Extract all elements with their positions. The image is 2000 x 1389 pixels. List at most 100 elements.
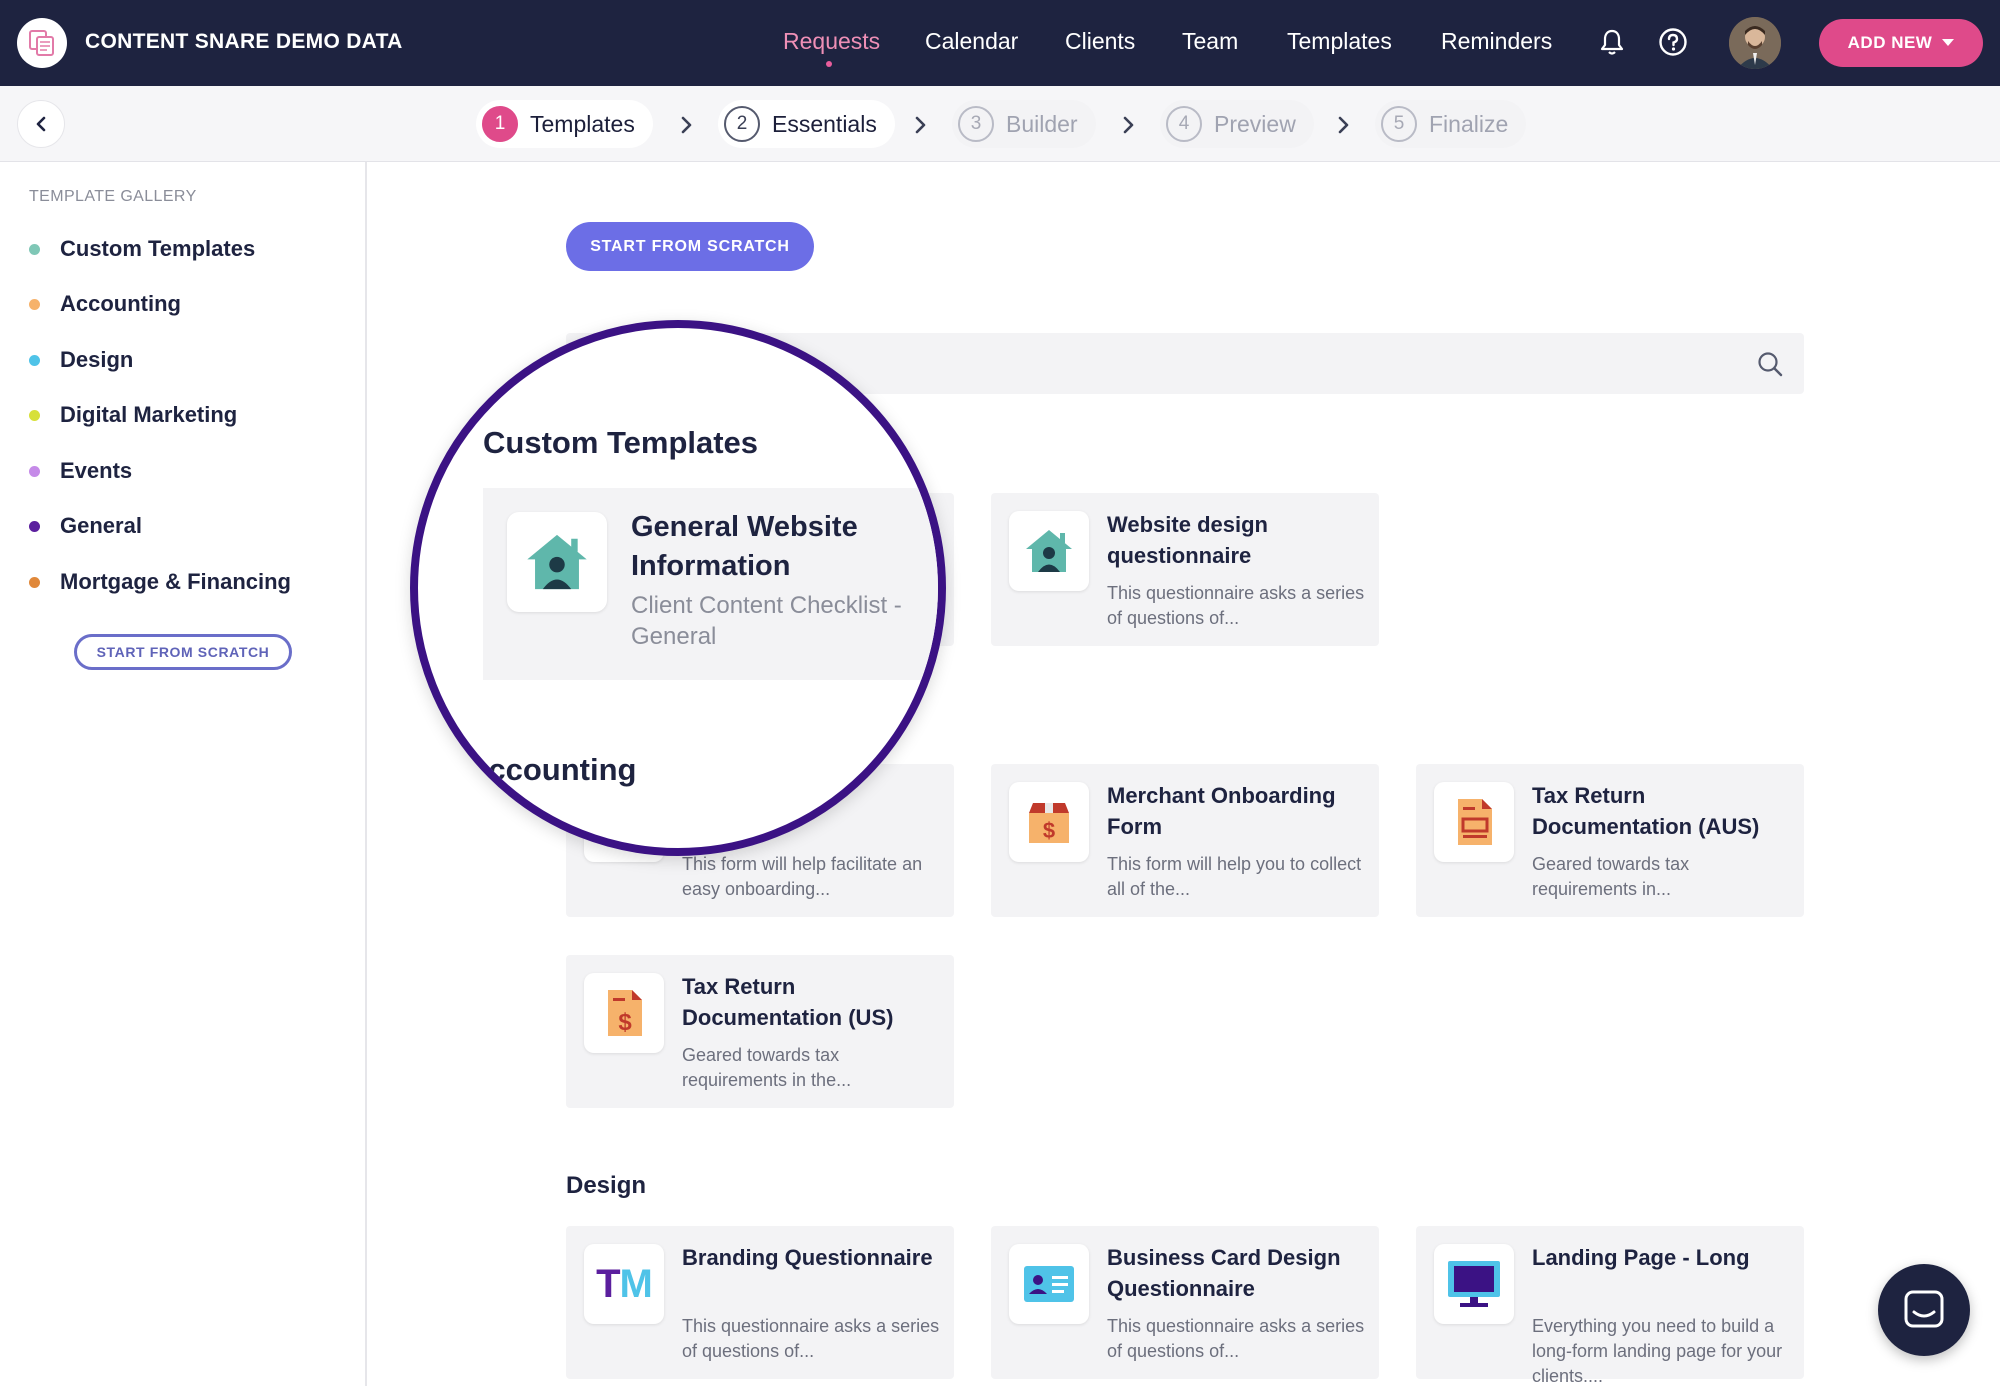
brand-title: CONTENT SNARE DEMO DATA (85, 30, 403, 53)
template-card-merchant-onboarding[interactable]: $ Merchant Onboarding Form This form wil… (991, 764, 1379, 917)
back-button[interactable] (17, 100, 65, 148)
content-snare-logo[interactable] (17, 18, 67, 68)
category-dot (29, 520, 40, 532)
nav-calendar[interactable]: Calendar (925, 28, 1018, 55)
step-label: Essentials (772, 110, 877, 137)
sidebar-item-label: Custom Templates (60, 236, 256, 261)
sidebar-item-mortgage-financing[interactable]: Mortgage & Financing (29, 569, 291, 595)
sidebar-item-accounting[interactable]: Accounting (29, 291, 181, 317)
chevron-right-icon (1123, 116, 1134, 134)
house-person-icon (507, 512, 607, 612)
business-card-icon (1009, 1244, 1089, 1324)
card-title: Business Card Design Questionnaire (1107, 1245, 1341, 1301)
step-label: Preview (1214, 110, 1296, 137)
card-title: Tax Return Documentation (AUS) (1532, 783, 1760, 839)
sidebar-item-digital-marketing[interactable]: Digital Marketing (29, 402, 237, 428)
sidebar-item-design[interactable]: Design (29, 347, 133, 373)
card-description: Everything you need to build a long-form… (1532, 1316, 1783, 1386)
sidebar-item-label: General (60, 513, 142, 538)
merchant-box-icon: $ (1009, 782, 1089, 862)
svg-text:$: $ (1043, 818, 1055, 843)
logo-icon (29, 30, 54, 56)
step-number: 5 (1381, 106, 1417, 142)
step-number: 2 (724, 106, 760, 142)
category-dot (29, 243, 40, 255)
user-avatar[interactable] (1729, 17, 1781, 69)
category-dot (29, 576, 40, 588)
help-icon[interactable] (1656, 25, 1690, 59)
sidebar-item-label: Mortgage & Financing (60, 569, 291, 594)
chat-launcher-button[interactable] (1878, 1264, 1970, 1356)
card-description: Geared towards tax requirements in the..… (682, 1045, 852, 1090)
top-navbar: CONTENT SNARE DEMO DATA Requests Calenda… (0, 0, 2000, 86)
card-title: Branding Questionnaire (682, 1245, 933, 1270)
nav-reminders[interactable]: Reminders (1441, 28, 1552, 55)
magnifier-callout: Custom Templates General Website Informa… (410, 320, 946, 856)
house-person-icon (1009, 511, 1089, 591)
step-builder: 3 Builder (952, 100, 1096, 148)
template-card-tax-return-us[interactable]: $ Tax Return Documentation (US) Geared t… (566, 955, 954, 1108)
nav-clients[interactable]: Clients (1065, 28, 1135, 55)
chevron-right-icon (915, 116, 926, 134)
step-label: Builder (1006, 110, 1078, 137)
add-new-label: ADD NEW (1847, 33, 1933, 52)
active-nav-indicator (826, 61, 832, 67)
caret-down-icon (1942, 39, 1955, 46)
template-gallery-sidebar: TEMPLATE GALLERY Custom Templates Accoun… (0, 162, 367, 1386)
card-description: This questionnaire asks a series of ques… (682, 1316, 940, 1361)
svg-text:$: $ (618, 1009, 632, 1036)
step-number: 1 (482, 106, 518, 142)
tm-letter-m: M (619, 1261, 653, 1306)
sidebar-item-label: Digital Marketing (60, 402, 238, 427)
step-essentials[interactable]: 2 Essentials (718, 100, 895, 148)
monitor-icon (1434, 1244, 1514, 1324)
category-dot (29, 298, 40, 310)
card-description: This questionnaire asks a series of ques… (1107, 583, 1365, 628)
tax-dollar-document-icon: $ (584, 973, 664, 1053)
sidebar-item-events[interactable]: Events (29, 458, 132, 484)
sidebar-item-label: Events (60, 458, 133, 483)
nav-templates[interactable]: Templates (1287, 28, 1392, 55)
magnified-template-card-general-website[interactable]: General Website Information Client Conte… (483, 488, 938, 680)
section-title-design: Design (566, 1172, 647, 1199)
section-title-custom-templates: Custom Templates (483, 425, 759, 460)
category-dot (29, 354, 40, 366)
tm-letter-t: T (596, 1261, 620, 1306)
nav-team[interactable]: Team (1182, 28, 1238, 55)
bell-icon[interactable] (1595, 25, 1629, 59)
step-number: 4 (1166, 106, 1202, 142)
sidebar-item-general[interactable]: General (29, 513, 142, 539)
category-dot (29, 409, 40, 421)
card-description: This form will help you to collect all o… (1107, 854, 1362, 899)
start-from-scratch-button[interactable]: START FROM SCRATCH (566, 222, 814, 271)
category-dot (29, 465, 40, 477)
template-card-business-card-design[interactable]: Business Card Design Questionnaire This … (991, 1226, 1379, 1379)
chevron-right-icon (1338, 116, 1349, 134)
template-card-landing-page-long[interactable]: Landing Page - Long Everything you need … (1416, 1226, 1804, 1386)
sidebar-start-from-scratch-button[interactable]: START FROM SCRATCH (74, 634, 292, 670)
nav-requests[interactable]: Requests (783, 28, 880, 55)
sidebar-item-label: Accounting (60, 291, 181, 316)
template-card-branding-questionnaire[interactable]: TM Branding Questionnaire This questionn… (566, 1226, 954, 1379)
template-card-tax-return-aus[interactable]: Tax Return Documentation (AUS) Geared to… (1416, 764, 1804, 917)
step-number: 3 (958, 106, 994, 142)
step-finalize: 5 Finalize (1375, 100, 1527, 148)
search-icon[interactable] (1756, 350, 1784, 378)
chat-icon (1904, 1290, 1944, 1328)
sidebar-item-custom-templates[interactable]: Custom Templates (29, 236, 255, 262)
card-description: Geared towards tax requirements in... (1532, 854, 1690, 899)
step-templates[interactable]: 1 Templates (476, 100, 653, 148)
wizard-stepper: 1 Templates 2 Essentials 3 Builder 4 Pre… (0, 86, 2000, 162)
sidebar-item-label: Design (60, 347, 134, 372)
card-title: Tax Return Documentation (US) (682, 974, 894, 1030)
step-label: Templates (530, 110, 635, 137)
add-new-button[interactable]: ADD NEW (1819, 19, 1983, 67)
card-title: Landing Page - Long (1532, 1245, 1750, 1270)
card-title: Website design questionnaire (1107, 512, 1268, 568)
step-preview: 4 Preview (1160, 100, 1314, 148)
card-description: This questionnaire asks a series of ques… (1107, 1316, 1365, 1361)
step-label: Finalize (1429, 110, 1509, 137)
tax-document-icon (1434, 782, 1514, 862)
template-card-website-design-questionnaire[interactable]: Website design questionnaire This questi… (991, 493, 1379, 646)
tm-icon: TM (584, 1244, 664, 1324)
